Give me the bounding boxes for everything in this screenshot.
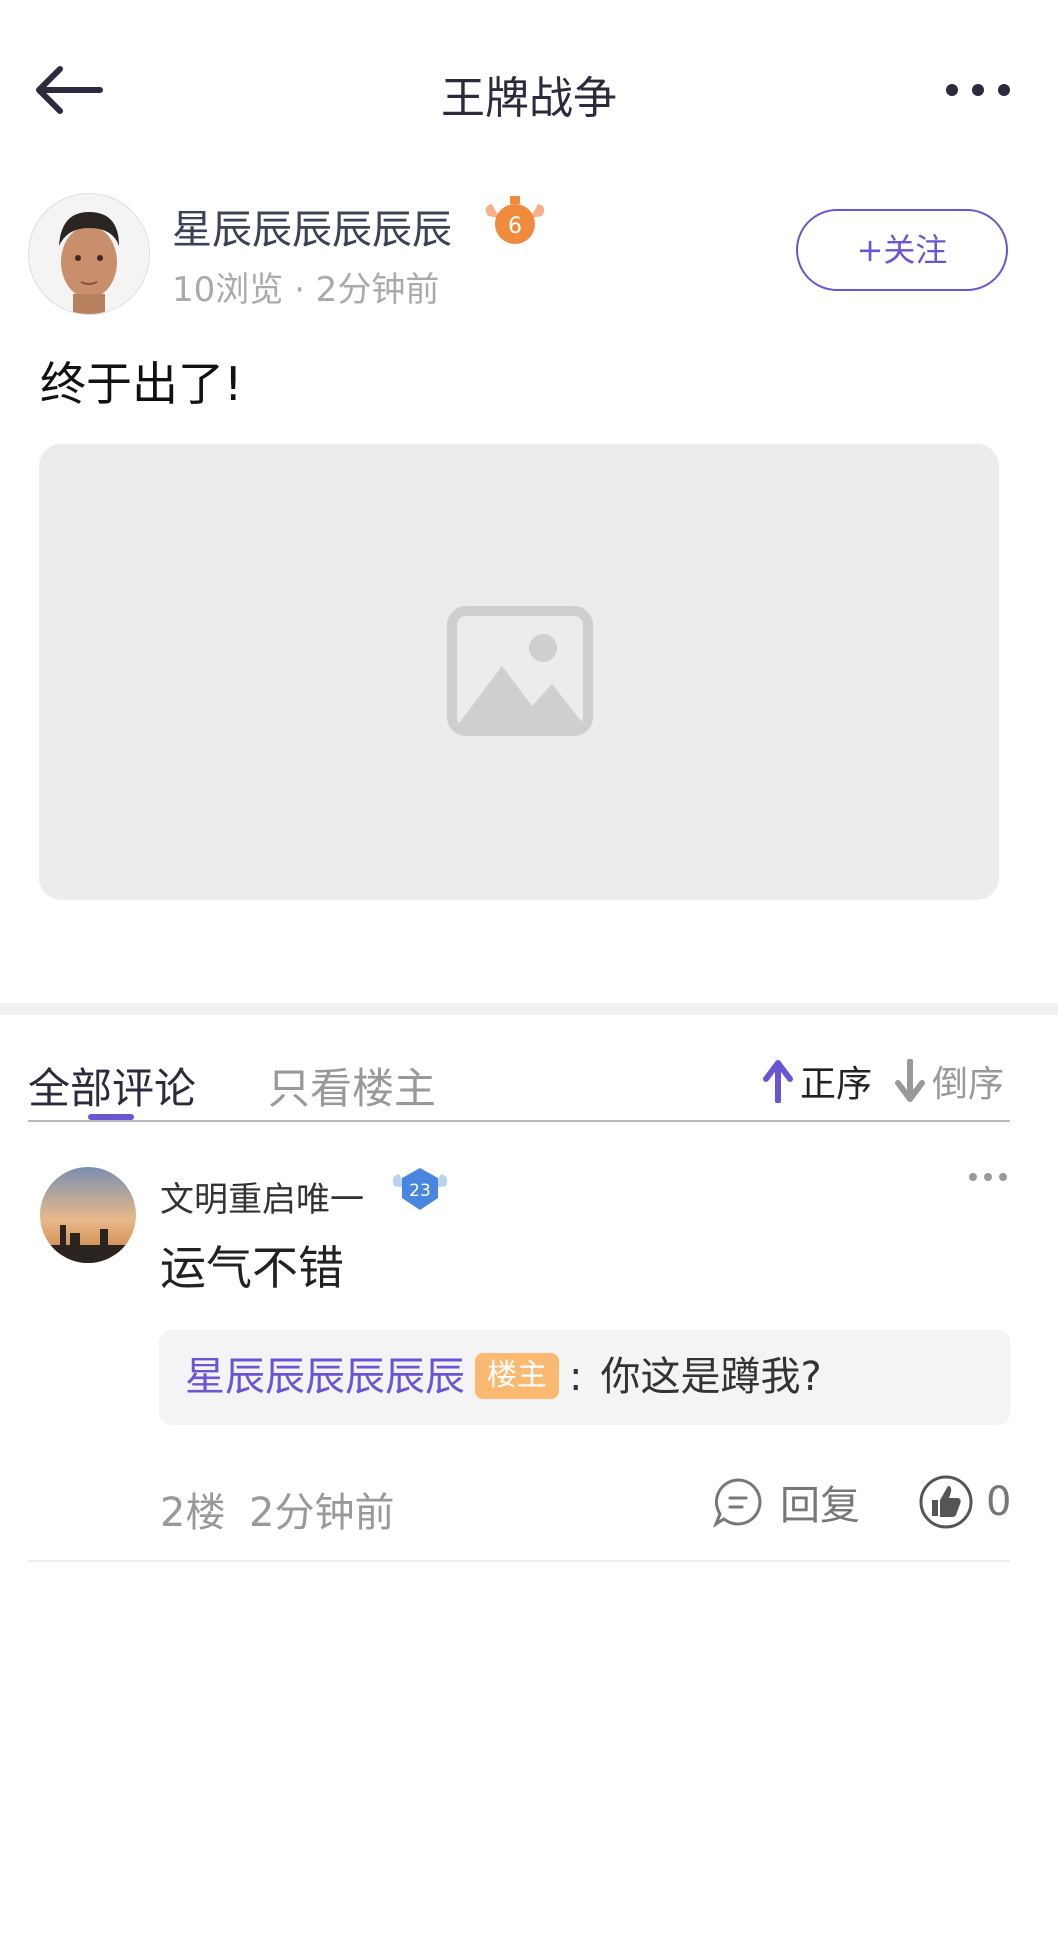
tab-all-comments[interactable]: 全部评论	[28, 1055, 196, 1116]
sort-descending-button[interactable]: 倒序	[894, 1055, 1004, 1107]
comment-separator	[28, 1560, 1010, 1562]
level-badge-icon: 6	[482, 196, 548, 248]
like-button[interactable]: 0	[918, 1474, 1011, 1530]
level-number: 6	[508, 214, 522, 239]
page-title: 王牌战争	[441, 73, 617, 124]
sort-descending-label: 倒序	[932, 1064, 1005, 1105]
level-number: 23	[409, 1181, 431, 1201]
follow-button[interactable]: +关注	[796, 209, 1008, 291]
top-bar: 王牌战争	[0, 0, 1058, 180]
arrow-up-icon	[763, 1060, 793, 1103]
level-badge-icon: 23	[390, 1164, 450, 1216]
post-text: 终于出了!	[40, 357, 243, 411]
author-avatar[interactable]	[28, 193, 150, 315]
floor-number: 2楼	[160, 1490, 226, 1536]
reply-text: 你这是蹲我?	[600, 1354, 822, 1400]
post-image-placeholder[interactable]	[39, 444, 999, 900]
tabs-underline	[28, 1120, 1010, 1122]
thumbs-up-icon	[919, 1475, 973, 1529]
comment-bubble-icon	[712, 1478, 762, 1528]
more-options-icon[interactable]	[938, 70, 1018, 110]
reply-preview[interactable]: 星辰辰辰辰辰辰 楼主: 你这是蹲我?	[159, 1330, 1010, 1425]
reply-label: 回复	[780, 1483, 860, 1529]
reply-button[interactable]: 回复	[712, 1474, 860, 1530]
reply-author[interactable]: 星辰辰辰辰辰辰	[185, 1354, 465, 1400]
section-divider	[0, 1003, 1058, 1015]
sort-ascending-label: 正序	[800, 1064, 873, 1105]
post-meta: 10浏览 · 2分钟前	[172, 270, 440, 310]
reply-colon: :	[569, 1354, 583, 1400]
tab-owner-only[interactable]: 只看楼主	[268, 1055, 436, 1116]
arrow-down-icon	[895, 1059, 925, 1102]
comment-time: 2分钟前	[249, 1490, 395, 1536]
owner-badge: 楼主	[475, 1353, 559, 1399]
commenter-name[interactable]: 文明重启唯一	[160, 1172, 364, 1221]
comment-text: 运气不错	[160, 1241, 344, 1295]
comment-more-icon[interactable]	[966, 1166, 1010, 1188]
image-placeholder-icon	[447, 606, 593, 736]
commenter-avatar[interactable]	[40, 1167, 136, 1263]
like-count: 0	[986, 1479, 1012, 1525]
author-name[interactable]: 星辰辰辰辰辰辰	[172, 197, 452, 255]
sort-ascending-button[interactable]: 正序	[762, 1055, 872, 1107]
